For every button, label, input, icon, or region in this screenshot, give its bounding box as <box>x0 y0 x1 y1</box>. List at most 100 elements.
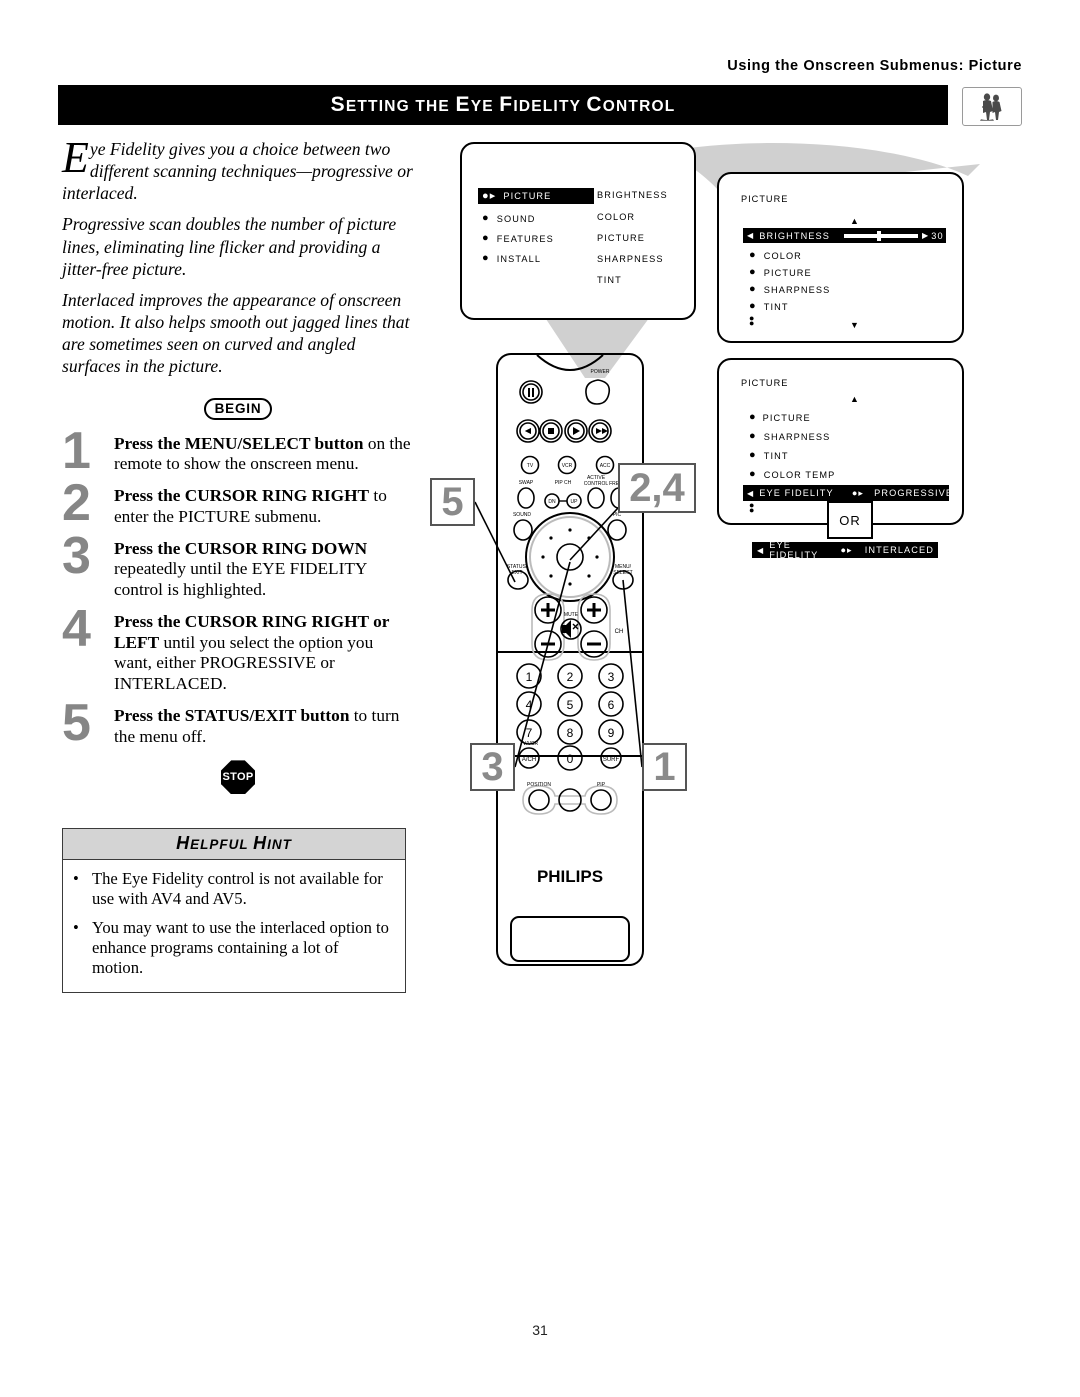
remote-key-7: 7 <box>526 726 533 740</box>
slider-knob[interactable] <box>877 230 881 241</box>
remote-label-pip: PIP <box>597 782 606 788</box>
page-title-bar: SETTING THE EYE FIDELITY CONTROL <box>58 85 948 125</box>
osd-eyefid-item-color-temp[interactable]: ● COLOR TEMP <box>749 469 835 480</box>
step-item: 5 Press the STATUS/EXIT button to turn t… <box>62 697 414 749</box>
remote-label-pipch: PIP CH <box>555 480 572 486</box>
remote-control-illustration: POWER TV VCR ACC SWAP PIP CH DN UP ACTIV… <box>495 352 645 967</box>
osd-eye-fidelity-interlaced-bar[interactable]: ◀ EYE FIDELITY ●▸ INTERLACED <box>752 540 938 560</box>
osd-main-right-color: COLOR <box>597 212 635 222</box>
remote-label-ch: CH <box>615 629 624 635</box>
bullet-icon: ● <box>749 430 757 442</box>
step-number: 2 <box>62 474 91 533</box>
slider-track <box>844 230 918 241</box>
page-title-c6: C <box>586 93 603 116</box>
osd-main-item-sound[interactable]: ● SOUND <box>482 213 535 224</box>
hint-item-text: You may want to use the interlaced optio… <box>92 918 389 977</box>
remote-label-vcr: VCR <box>562 463 573 469</box>
osd-eyefid-value: PROGRESSIVE <box>874 488 954 498</box>
remote-label-dn: DN <box>548 499 556 505</box>
osd-main-item-picture[interactable]: ●▸ PICTURE <box>478 188 594 204</box>
bullet-icon: ● <box>482 252 490 264</box>
bullet-icon: • <box>73 918 79 938</box>
osd-main-right-picture: PICTURE <box>597 233 645 243</box>
osd-main-right-3: SHARPNESS <box>597 254 664 264</box>
hint-h1: ELPFUL <box>190 837 254 853</box>
step-list: 1 Press the MENU/SELECT button on the re… <box>62 425 414 749</box>
hint-item-text: The Eye Fidelity control is not availabl… <box>92 869 383 909</box>
helpful-hint-box: HELPFUL HINT • The Eye Fidelity control … <box>62 828 406 993</box>
step-item: 4 Press the CURSOR RING RIGHT or LEFT un… <box>62 603 414 695</box>
step-text: Press the CURSOR RING DOWN repeatedly un… <box>114 539 414 601</box>
helpful-hint-body: • The Eye Fidelity control is not availa… <box>63 860 405 992</box>
osd-main-right-brightness: BRIGHTNESS <box>597 190 668 200</box>
step-text-bold: Press the STATUS/EXIT button <box>114 705 350 725</box>
osd-picture-item-color[interactable]: ● COLOR <box>749 250 802 261</box>
osd-eyefid-item-picture[interactable]: ● PICTURE <box>749 412 811 423</box>
step-number: 3 <box>62 526 91 585</box>
osd-main-left-1: SOUND <box>496 213 536 224</box>
scroll-up-arrow-icon: ▲ <box>850 216 859 226</box>
bullet-icon: ● <box>749 249 757 261</box>
stop-marker: STOP <box>62 760 414 795</box>
osd-main-right-tint: TINT <box>597 275 622 285</box>
page-title-c5: IDELITY <box>513 98 587 115</box>
remote-label-control: CONTROL <box>584 481 609 487</box>
osd-picture-item-brightness[interactable]: ◀ BRIGHTNESS ▶ 30 <box>743 228 946 243</box>
scroll-up-arrow-icon: ▲ <box>850 394 859 404</box>
osd-main-left-0: PICTURE <box>503 191 552 201</box>
osd-main-item-features[interactable]: ● FEATURES <box>482 233 554 244</box>
callout-1: 1 <box>642 743 687 791</box>
osd-picture-item-2: PICTURE <box>763 267 812 278</box>
page-number: 31 <box>532 1322 548 1338</box>
right-caret-icon: ▶ <box>922 231 930 240</box>
remote-key-8: 8 <box>567 726 574 740</box>
brightness-value: 30 <box>931 230 944 241</box>
bullet-icon: ● <box>482 212 490 224</box>
hint-h3: INT <box>267 837 292 853</box>
remote-key-3: 3 <box>608 670 615 684</box>
intro-paragraph-1: Eye Fidelity gives you a choice between … <box>62 135 414 204</box>
left-text-column: Eye Fidelity gives you a choice between … <box>62 135 414 993</box>
alt-bar-value: INTERLACED <box>864 545 934 555</box>
osd-eyefid-item-tint[interactable]: ● TINT <box>749 450 789 461</box>
osd-main-right-sharpness: SHARPNESS <box>597 254 664 264</box>
bullet-icon: ● <box>749 411 756 423</box>
running-head: Using the Onscreen Submenus: Picture <box>727 58 1022 74</box>
remote-label-select: SELECT <box>613 570 632 576</box>
left-caret-icon: ◀ <box>747 488 755 498</box>
osd-picture-title: PICTURE <box>741 194 789 204</box>
page-title-c4: F <box>499 93 514 116</box>
osd-picture-item-4: TINT <box>763 301 789 312</box>
intro-1-text: ye Fidelity gives you a choice between t… <box>62 139 413 204</box>
step-text: Press the MENU/SELECT button on the remo… <box>114 434 414 476</box>
osd-eyefid-item-eye-fidelity[interactable]: ◀ EYE FIDELITY ●▸ PROGRESSIVE <box>743 485 952 501</box>
bullet-icon: ● <box>482 232 490 244</box>
step-text-bold: Press the CURSOR RING RIGHT <box>114 486 370 506</box>
bullet-arrow-icon: ●▸ <box>851 487 865 498</box>
hint-h0: H <box>176 833 191 854</box>
helpful-hint-heading: HELPFUL HINT <box>63 829 405 861</box>
osd-more-items-indicator: ● ● <box>749 500 755 515</box>
remote-label-swap: SWAP <box>519 480 534 486</box>
brightness-slider[interactable]: ▶ 30 <box>844 230 944 241</box>
step-text-bold: Press the CURSOR RING DOWN <box>114 538 368 558</box>
page-title: SETTING THE EYE FIDELITY CONTROL <box>331 93 676 117</box>
remote-key-0: 0 <box>567 752 574 766</box>
remote-label-mute: MUTE <box>564 612 579 618</box>
remote-key-1: 1 <box>526 670 533 684</box>
step-text: Press the CURSOR RING RIGHT to enter the… <box>114 486 414 528</box>
remote-label-up: UP <box>571 499 579 505</box>
osd-picture-item-picture[interactable]: ● PICTURE <box>749 267 812 278</box>
osd-main-menu: ●▸ PICTURE ● SOUND ● FEATURES ● INSTALL BRIG… <box>460 142 696 320</box>
osd-picture-item-sharpness[interactable]: ● SHARPNESS <box>749 284 830 295</box>
people-watching-tv-icon <box>962 87 1022 126</box>
osd-eyefid-item-0: PICTURE <box>762 412 811 423</box>
osd-picture-item-tint[interactable]: ● TINT <box>749 301 789 312</box>
osd-eye-fidelity-menu: PICTURE ▲ ● PICTURE ● SHARPNESS ● TINT ● COL… <box>717 358 964 525</box>
osd-main-item-install[interactable]: ● INSTALL <box>482 253 541 264</box>
osd-main-right-4: TINT <box>597 275 622 285</box>
hint-list-item: • You may want to use the interlaced opt… <box>73 918 391 978</box>
remote-label-exit: EXIT <box>511 570 522 576</box>
osd-main-right-0: BRIGHTNESS <box>597 190 668 200</box>
osd-eyefid-item-sharpness[interactable]: ● SHARPNESS <box>749 431 830 442</box>
